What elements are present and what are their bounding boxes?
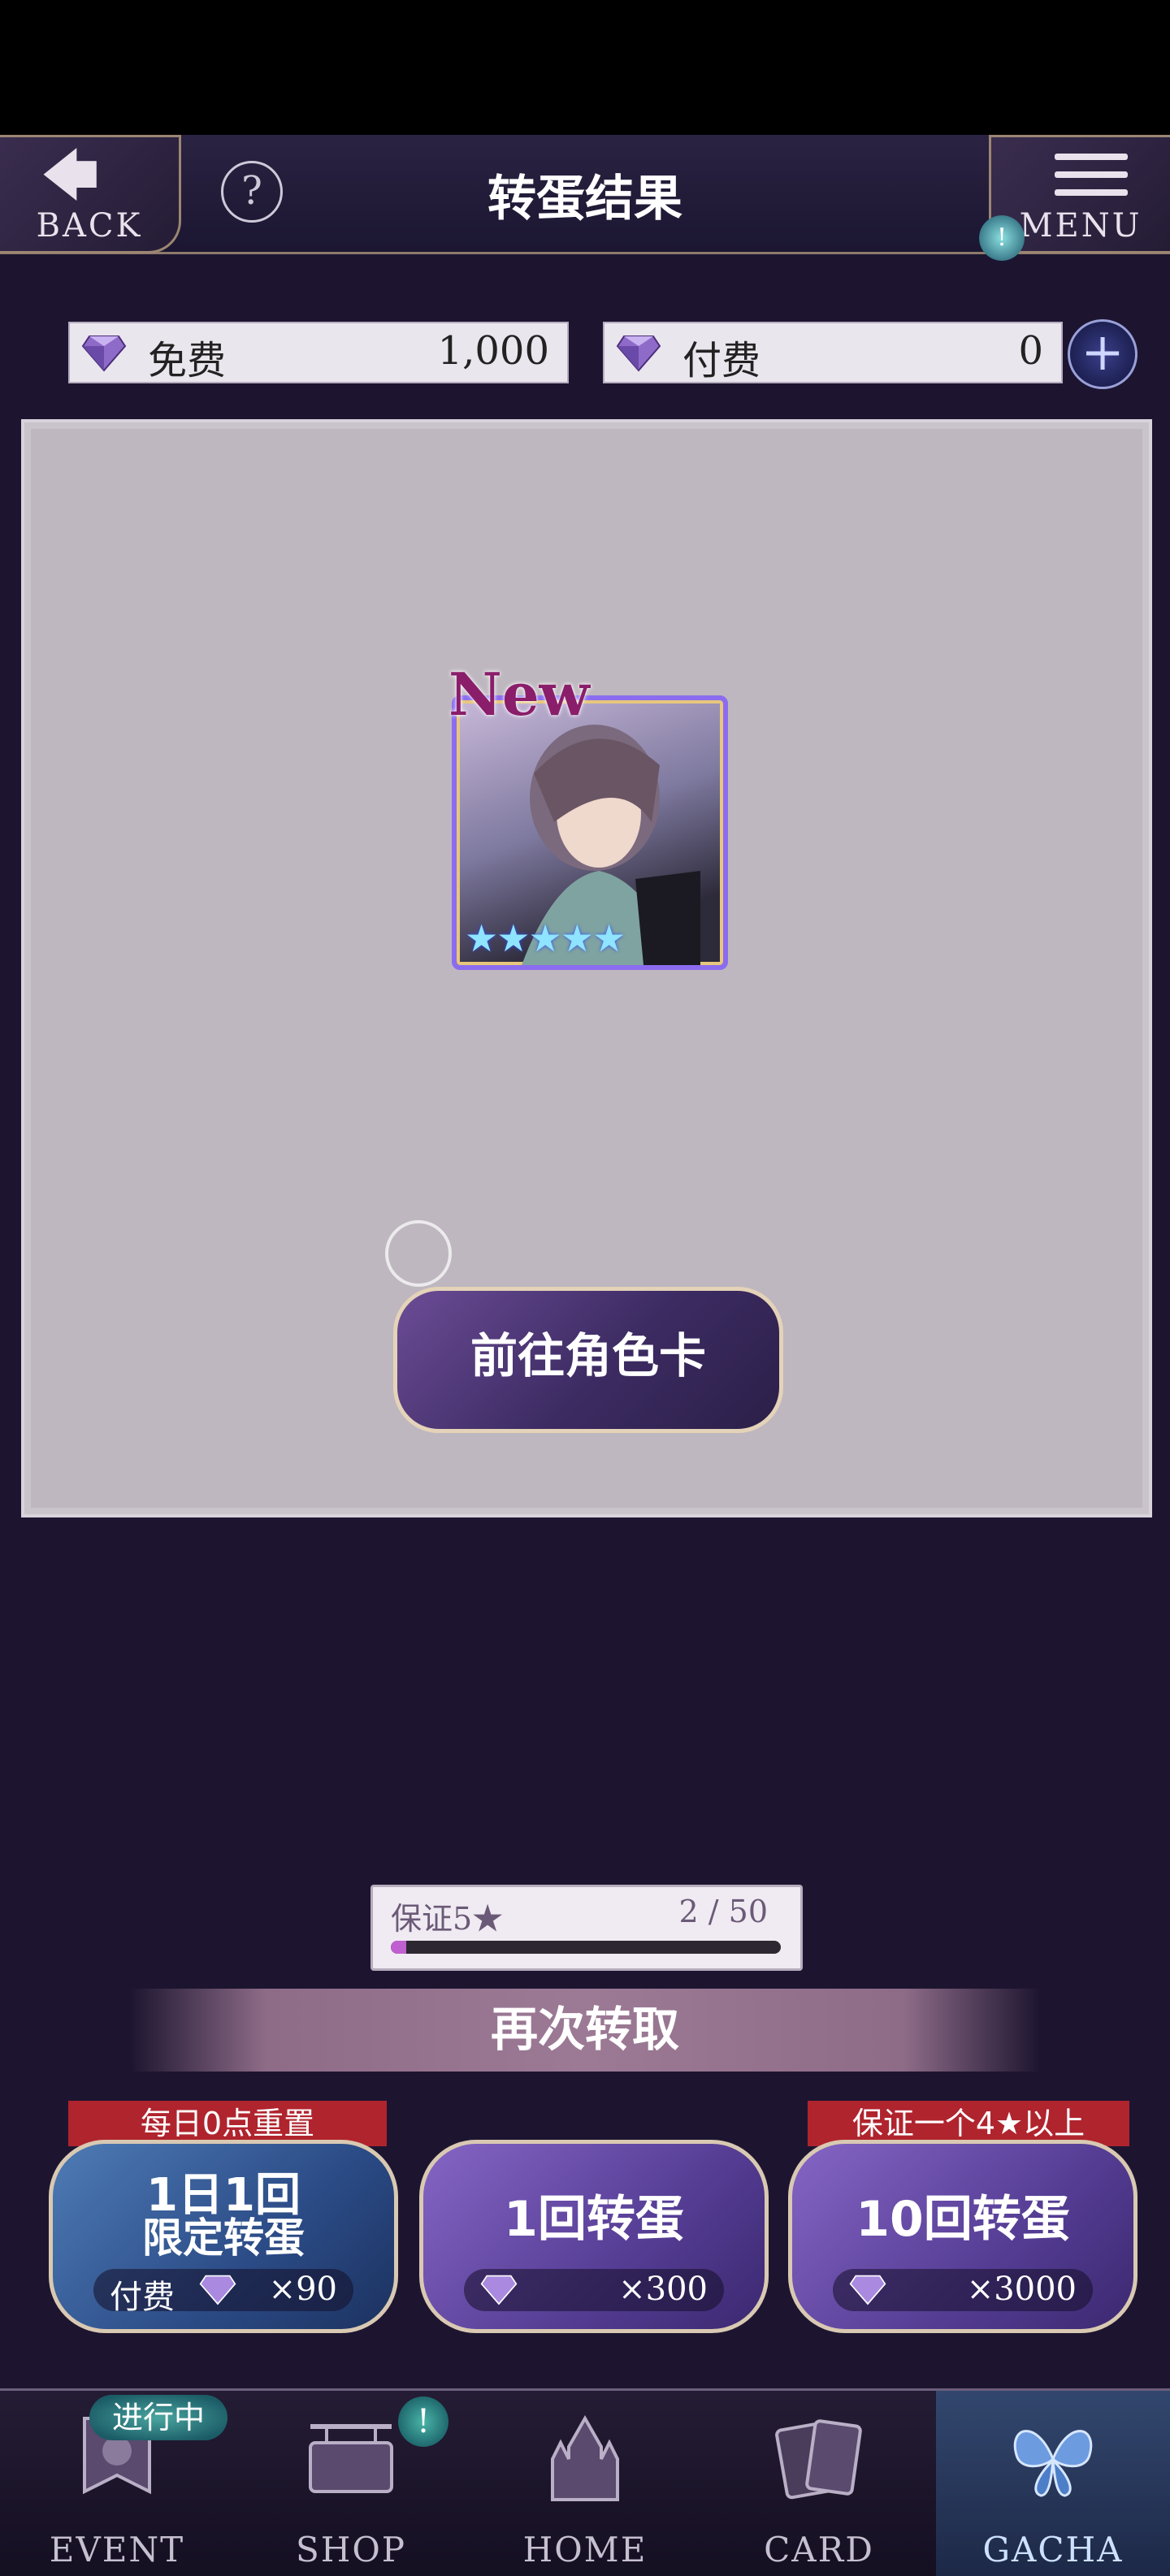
- paid-currency-display: 付费 0: [603, 322, 1063, 383]
- shop-notification-badge: !: [398, 2396, 448, 2447]
- help-icon[interactable]: ?: [221, 161, 283, 223]
- back-label: BACK: [36, 207, 143, 245]
- guarantee-progress-fill: [391, 1941, 407, 1954]
- gem-icon: [849, 2275, 886, 2305]
- goto-character-card-button[interactable]: 前往角色卡: [393, 1287, 783, 1433]
- gacha-title-line2: 限定转蛋: [142, 2214, 305, 2262]
- gem-icon: [480, 2275, 518, 2305]
- cards-icon: [775, 2419, 862, 2500]
- page-title: 转蛋结果: [488, 171, 682, 227]
- guarantee-progress: 保证5★ 2 / 50: [370, 1885, 803, 1971]
- butterfly-icon: [1013, 2430, 1093, 2497]
- gacha-title: 1回转蛋: [504, 2191, 684, 2248]
- menu-notification-badge: !: [979, 215, 1025, 261]
- gem-icon: [616, 336, 661, 372]
- paid-currency-label: 付费: [682, 338, 761, 383]
- add-currency-button[interactable]: +: [1068, 319, 1138, 389]
- castle-icon: [551, 2414, 619, 2501]
- gacha-price-value: ×90: [268, 2271, 337, 2308]
- back-arrow-icon: 🡄: [41, 142, 100, 209]
- draw-again-banner: 再次转取: [130, 1989, 1040, 2072]
- nav-label-home: HOME: [522, 2530, 648, 2570]
- free-currency-label: 免费: [148, 338, 227, 383]
- gacha-title: 10回转蛋: [856, 2191, 1070, 2248]
- daily-limited-gacha-button[interactable]: 1日1回 限定转蛋 付费 ×90: [49, 2140, 398, 2333]
- nav-item-card[interactable]: CARD: [702, 2391, 936, 2576]
- nav-label-event: EVENT: [49, 2530, 185, 2570]
- single-gacha-button[interactable]: 1回转蛋 ×300: [419, 2140, 769, 2333]
- card-rarity-stars: ★★★★★: [465, 916, 626, 960]
- ten-gacha-button[interactable]: 10回转蛋 ×3000: [788, 2140, 1138, 2333]
- nav-item-home[interactable]: HOME: [468, 2391, 702, 2576]
- sparkle-icon: [385, 1220, 452, 1287]
- gacha-price-value: ×300: [618, 2271, 708, 2308]
- gacha-price-value: ×3000: [966, 2271, 1077, 2308]
- character-card[interactable]: ★★★★★: [452, 695, 728, 970]
- nav-label-card: CARD: [764, 2530, 874, 2570]
- paid-currency-value: 0: [1018, 328, 1043, 374]
- guarantee-progress-track: [391, 1941, 781, 1954]
- new-badge: New: [448, 660, 590, 729]
- nav-label-shop: SHOP: [295, 2530, 407, 2570]
- gacha-price: 付费 ×90: [93, 2269, 353, 2316]
- guarantee-label: 保证5★: [391, 1901, 504, 1937]
- menu-icon: [1055, 154, 1128, 207]
- gem-icon: [199, 2275, 236, 2305]
- status-bar: [0, 0, 1170, 135]
- nav-label-gacha: GACHA: [982, 2530, 1124, 2570]
- shop-sign-icon: [309, 2424, 393, 2493]
- event-in-progress-badge: 进行中: [89, 2395, 228, 2440]
- guarantee-count: 2 / 50: [678, 1894, 769, 1929]
- gem-icon: [81, 336, 127, 372]
- gacha-price-label: 付费: [110, 2279, 175, 2316]
- back-button[interactable]: 🡄 BACK: [0, 135, 181, 253]
- gacha-price: ×300: [464, 2269, 724, 2311]
- free-currency-display: 免费 1,000: [68, 322, 569, 383]
- nav-item-gacha[interactable]: GACHA: [936, 2391, 1170, 2576]
- free-currency-value: 1,000: [437, 328, 549, 374]
- gacha-price: ×3000: [833, 2269, 1093, 2311]
